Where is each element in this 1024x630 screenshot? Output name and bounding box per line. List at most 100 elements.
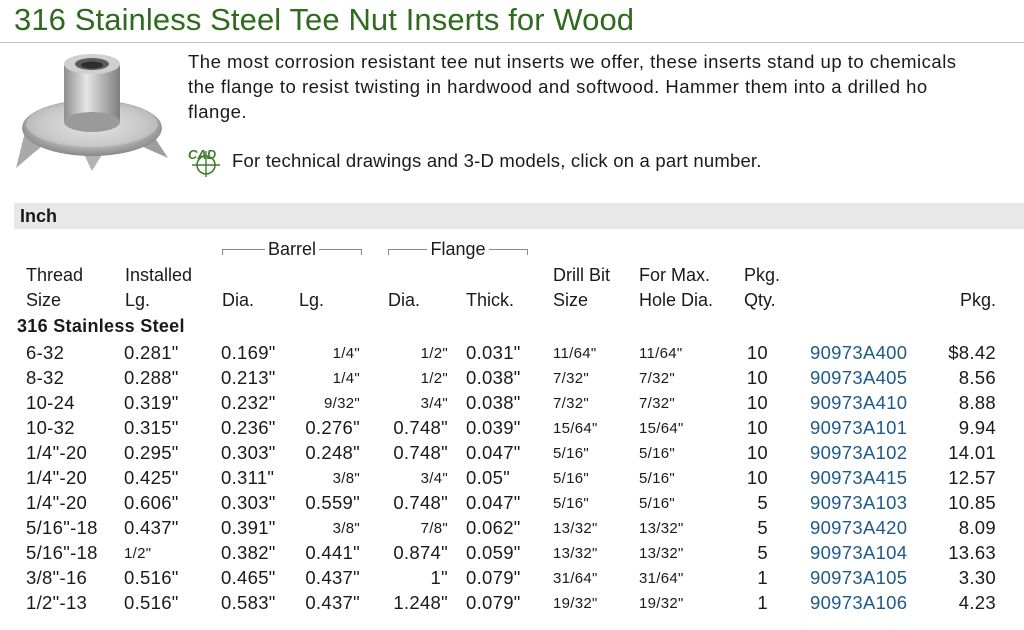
cell-barrel-lg: 0.441" [305,542,360,563]
cell-flange-thick: 0.079" [466,592,521,613]
barrel-group-label: Barrel [222,238,363,260]
cell-max-hole-dia: 11/64" [639,345,683,362]
header-barrel-dia: Dia. [222,290,255,310]
cell-drill-bit-size: 5/16" [553,445,590,462]
cell-flange-thick: 0.079" [466,567,521,588]
cell-pkg-qty: 10 [746,392,768,413]
section-header-inch: Inch [14,203,1024,229]
cell-installed-lg: 0.437" [124,517,179,538]
cell-drill-bit-size: 7/32" [553,370,590,387]
header-flange-thick: Thick. [466,290,515,310]
cell-barrel-lg: 1/4" [332,345,360,362]
cell-thread-size: 6-32 [26,342,65,363]
cell-flange-dia: 7/8" [420,520,448,537]
cell-flange-dia: 1.248" [393,592,448,613]
cell-installed-lg: 0.319" [124,392,179,413]
cell-pkg-qty: 5 [757,542,768,563]
cell-flange-dia: 0.748" [393,417,448,438]
cell-pkg-qty: 10 [746,417,768,438]
header-max-hole-dia: For Max. Hole Dia. [639,265,714,310]
cell-drill-bit-size: 5/16" [553,495,590,512]
cad-icon: CAD [188,147,220,177]
cell-drill-bit-size: 19/32" [553,595,598,612]
cell-installed-lg: 0.315" [124,417,179,438]
part-number-link[interactable]: 90973A101 [810,415,907,440]
cell-flange-dia: 0.748" [393,442,448,463]
cell-barrel-dia: 0.236" [221,417,276,438]
cell-pkg-qty: 1 [757,592,768,613]
part-number-link[interactable]: 90973A410 [810,390,907,415]
flange-group-label: Flange [388,238,529,260]
part-number-link[interactable]: 90973A106 [810,590,907,615]
cad-note-text: For technical drawings and 3-D models, c… [232,150,762,171]
cell-flange-thick: 0.038" [466,367,521,388]
table-row: 8-32 0.288" 0.213" 1/4" 1/2" 0.038" 7/32" 7/32"… [0,365,1024,390]
cell-barrel-lg: 9/32" [323,395,360,412]
cell-pkg-price: 10.85 [948,492,996,513]
part-number-link[interactable]: 90973A102 [810,440,907,465]
cell-flange-dia: 1/2" [420,345,448,362]
svg-text:CAD: CAD [188,147,217,162]
part-number-link[interactable]: 90973A400 [810,340,907,365]
header-thread-size: Thread Size [26,265,84,310]
table-row: 6-32 0.281" 0.169" 1/4" 1/2" 0.031" 11/64" 11/6… [0,340,1024,365]
cell-pkg-price: 3.30 [958,567,996,588]
cell-thread-size: 5/16"-18 [26,517,98,538]
part-number-link[interactable]: 90973A420 [810,515,907,540]
cell-barrel-lg: 3/8" [332,520,360,537]
cell-installed-lg: 0.516" [124,592,179,613]
cell-max-hole-dia: 5/16" [639,445,676,462]
cell-pkg-qty: 1 [757,567,768,588]
title-divider [0,42,1024,43]
cell-flange-thick: 0.031" [466,342,521,363]
cell-drill-bit-size: 31/64" [553,570,598,587]
cell-barrel-dia: 0.169" [221,342,276,363]
table-row: 1/4"-20 0.425" 0.311" 3/8" 3/4" 0.05" 5/16" 5/1… [0,465,1024,490]
table-row: 1/4"-20 0.295" 0.303" 0.248" 0.748" 0.047" 5/1… [0,440,1024,465]
cell-barrel-dia: 0.303" [221,492,276,513]
cell-thread-size: 1/2"-13 [26,592,88,613]
section-title: Inch [20,206,58,226]
cell-max-hole-dia: 5/16" [639,495,676,512]
cell-thread-size: 5/16"-18 [26,542,98,563]
cell-barrel-lg: 0.248" [305,442,360,463]
cell-flange-thick: 0.062" [466,517,521,538]
page-title: 316 Stainless Steel Tee Nut Inserts for … [14,2,635,37]
cell-max-hole-dia: 5/16" [639,470,676,487]
cell-thread-size: 3/8"-16 [26,567,88,588]
product-table-body: 6-32 0.281" 0.169" 1/4" 1/2" 0.031" 11/64" 11/6… [0,340,1024,615]
cad-note-row: CAD For technical drawings and 3-D model… [186,146,762,177]
header-installed-lg: Installed Lg. [125,265,193,310]
cell-thread-size: 10-24 [26,392,75,413]
cell-pkg-qty: 5 [757,517,768,538]
cell-barrel-lg: 1/4" [332,370,360,387]
cell-max-hole-dia: 7/32" [639,370,676,387]
part-number-link[interactable]: 90973A105 [810,565,907,590]
cell-installed-lg: 0.425" [124,467,179,488]
cell-flange-dia: 3/4" [420,470,448,487]
header-flange-dia: Dia. [388,290,421,310]
cell-installed-lg: 0.281" [124,342,179,363]
cell-thread-size: 1/4"-20 [26,492,88,513]
cell-flange-thick: 0.059" [466,542,521,563]
cell-installed-lg: 1/2" [124,545,152,562]
part-number-link[interactable]: 90973A103 [810,490,907,515]
cell-barrel-dia: 0.382" [221,542,276,563]
cell-thread-size: 1/4"-20 [26,442,88,463]
cell-pkg-price: 8.88 [958,392,996,413]
part-number-link[interactable]: 90973A415 [810,465,907,490]
cell-installed-lg: 0.295" [124,442,179,463]
cell-flange-thick: 0.05" [466,467,511,488]
part-number-link[interactable]: 90973A104 [810,540,907,565]
cell-pkg-qty: 10 [746,467,768,488]
product-description: The most corrosion resistant tee nut ins… [188,51,957,122]
cell-flange-dia: 1/2" [420,370,448,387]
cell-drill-bit-size: 15/64" [553,420,598,437]
header-pkg-price: Pkg. [959,290,996,310]
cell-flange-dia: 0.874" [393,542,448,563]
cell-drill-bit-size: 11/64" [553,345,597,362]
table-row: 1/2"-13 0.516" 0.583" 0.437" 1.248" 0.079" 19/… [0,590,1024,615]
cell-flange-dia: 0.748" [393,492,448,513]
part-number-link[interactable]: 90973A405 [810,365,907,390]
table-row: 5/16"-18 1/2" 0.382" 0.441" 0.874" 0.059" 13/3… [0,540,1024,565]
